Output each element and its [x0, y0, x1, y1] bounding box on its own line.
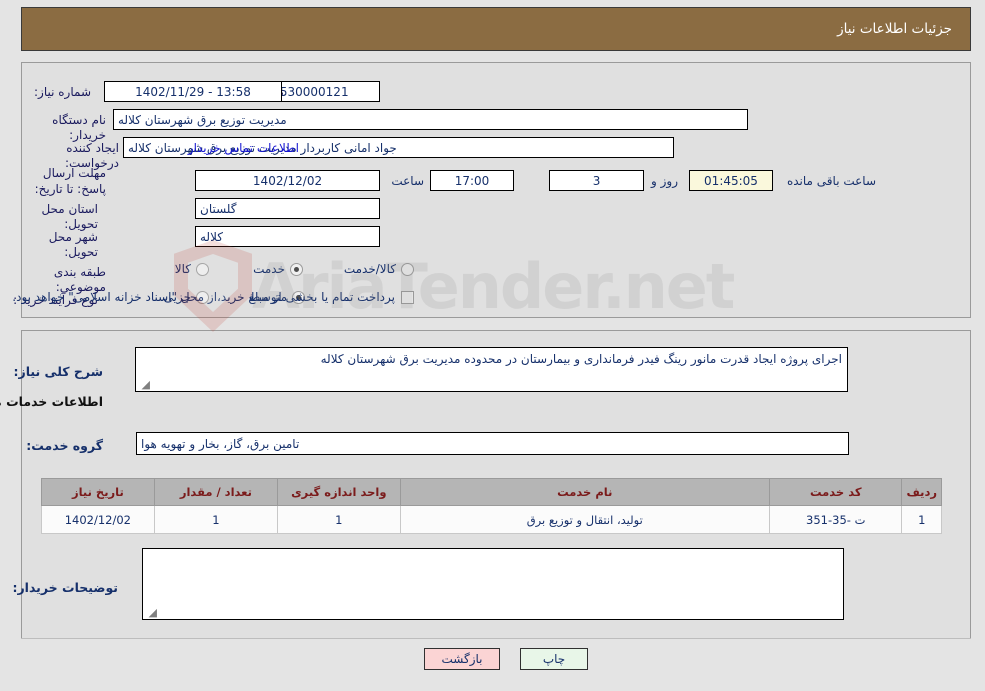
delivery-city-value: کلاله: [196, 226, 381, 247]
cell-service-name: تولید، انتقال و توزیع برق: [400, 505, 772, 534]
cell-quantity: 1: [154, 505, 280, 534]
resize-grip-icon[interactable]: ◢: [146, 607, 158, 619]
services-table: ردیف کد خدمت نام خدمت واحد اندازه گیری ت…: [42, 478, 943, 534]
delivery-city-label: شهر محل تحویل:: [49, 230, 99, 259]
radio-icon[interactable]: [197, 262, 210, 276]
delivery-province-label: استان محل تحویل:: [42, 202, 99, 231]
footer-divider: [22, 638, 972, 639]
radio-category-goods[interactable]: کالا: [176, 262, 210, 276]
radio-category-goods-service[interactable]: کالا/خدمت: [345, 262, 415, 276]
delivery-province-value: گلستان: [196, 198, 381, 219]
radio-icon[interactable]: [402, 262, 415, 276]
col-quantity: تعداد / مقدار: [154, 478, 280, 506]
checkbox-islamic-treasury-docs-label: پرداخت تمام یا بخشی از مبلغ خرید،از محل …: [13, 290, 396, 304]
resize-grip-icon[interactable]: ◢: [139, 379, 151, 391]
deadline-date-value: 1402/12/02: [196, 170, 381, 191]
buyer-notes-textarea[interactable]: ◢: [143, 548, 845, 620]
radio-category-service-label: خدمت: [254, 262, 286, 276]
remaining-timer-label: ساعت باقی مانده: [787, 174, 877, 188]
checkbox-islamic-treasury-docs[interactable]: پرداخت تمام یا بخشی از مبلغ خرید،از محل …: [13, 290, 415, 304]
col-service-name: نام خدمت: [400, 478, 772, 506]
buyer-notes-label: توضیحات خریدار:: [13, 580, 119, 595]
page-title: جزئیات اطلاعات نیاز: [838, 21, 953, 37]
cell-row-number: 1: [902, 505, 943, 534]
buyer-org-label: نام دستگاه خریدار:: [53, 113, 107, 142]
services-section-heading: اطلاعات خدمات مورد نیاز: [0, 394, 104, 409]
cell-service-code: ت -35-351: [770, 505, 904, 534]
general-description-label: شرح کلی نیاز:: [14, 364, 104, 379]
remaining-days-value: 3: [550, 170, 645, 191]
print-button[interactable]: چاپ: [521, 648, 589, 670]
cell-unit: 1: [278, 505, 402, 534]
col-service-code: کد خدمت: [770, 478, 904, 506]
col-need-date: تاریخ نیاز: [42, 478, 156, 506]
deadline-hour-label: ساعت: [392, 174, 425, 188]
col-row-number: ردیف: [902, 478, 943, 506]
cell-need-date: 1402/12/02: [42, 505, 156, 534]
service-group-value: تامین برق، گاز، بخار و تهویه هوا: [137, 432, 850, 455]
need-number-label: شماره نیاز:: [35, 85, 92, 99]
table-header-row: ردیف کد خدمت نام خدمت واحد اندازه گیری ت…: [42, 478, 943, 506]
deadline-label: مهلت ارسال پاسخ: تا تاریخ:: [35, 166, 107, 196]
col-unit: واحد اندازه گیری: [278, 478, 402, 506]
table-row: 1 ت -35-351 تولید، انتقال و توزیع برق 1 …: [42, 505, 943, 534]
service-group-label: گروه خدمت:: [27, 438, 104, 453]
back-button[interactable]: بازگشت: [425, 648, 501, 670]
remaining-countdown-timer: 01:45:05: [690, 170, 774, 191]
radio-icon[interactable]: [291, 262, 304, 276]
remaining-days-label: روز و: [652, 174, 679, 188]
deadline-time-value: 17:00: [431, 170, 515, 191]
general-description-value: اجرای پروژه ایجاد قدرت مانور رینگ فیدر ف…: [321, 352, 843, 366]
buyer-org-value: مدیریت توزیع برق شهرستان کلاله: [114, 109, 749, 130]
announce-datetime-value: 13:58 - 1402/11/29: [105, 81, 283, 102]
buyer-contact-link[interactable]: اطلاعات تماس خریدار: [189, 141, 300, 155]
radio-category-goods-service-label: کالا/خدمت: [344, 262, 397, 276]
general-description-textarea[interactable]: اجرای پروژه ایجاد قدرت مانور رینگ فیدر ف…: [136, 347, 849, 392]
checkbox-icon[interactable]: [402, 290, 415, 304]
radio-category-goods-label: کالا: [175, 262, 192, 276]
page-title-bar: جزئیات اطلاعات نیاز: [22, 7, 972, 51]
radio-category-service[interactable]: خدمت: [254, 262, 304, 276]
